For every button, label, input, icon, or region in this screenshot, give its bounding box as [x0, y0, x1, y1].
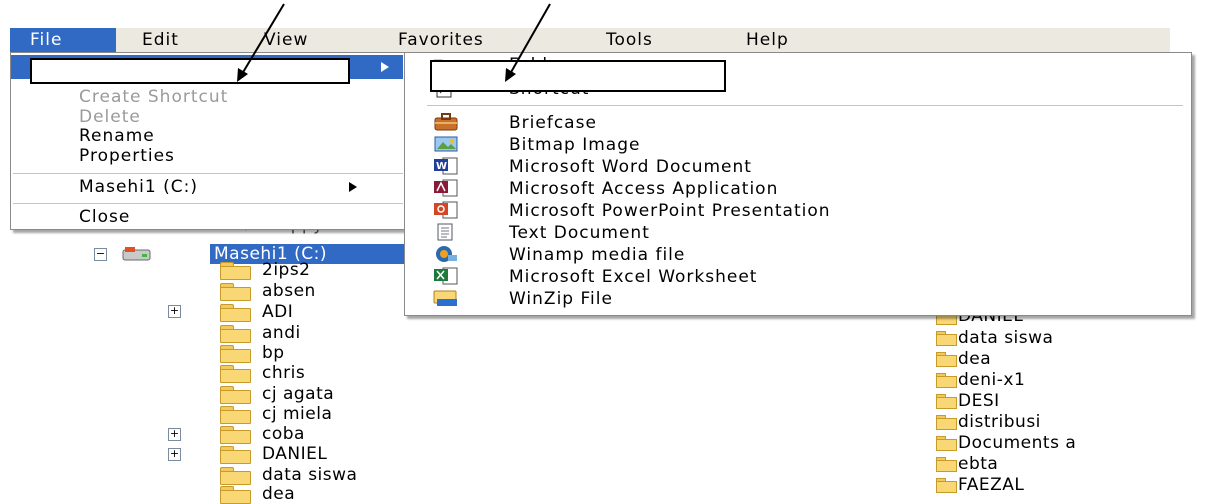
arrow-head-icon	[237, 68, 248, 82]
arrow-head-icon	[505, 68, 516, 82]
annotation-arrows	[237, 3, 551, 82]
arrow-line	[241, 3, 285, 75]
arrow-line	[509, 3, 551, 75]
folder-icon	[220, 486, 251, 504]
